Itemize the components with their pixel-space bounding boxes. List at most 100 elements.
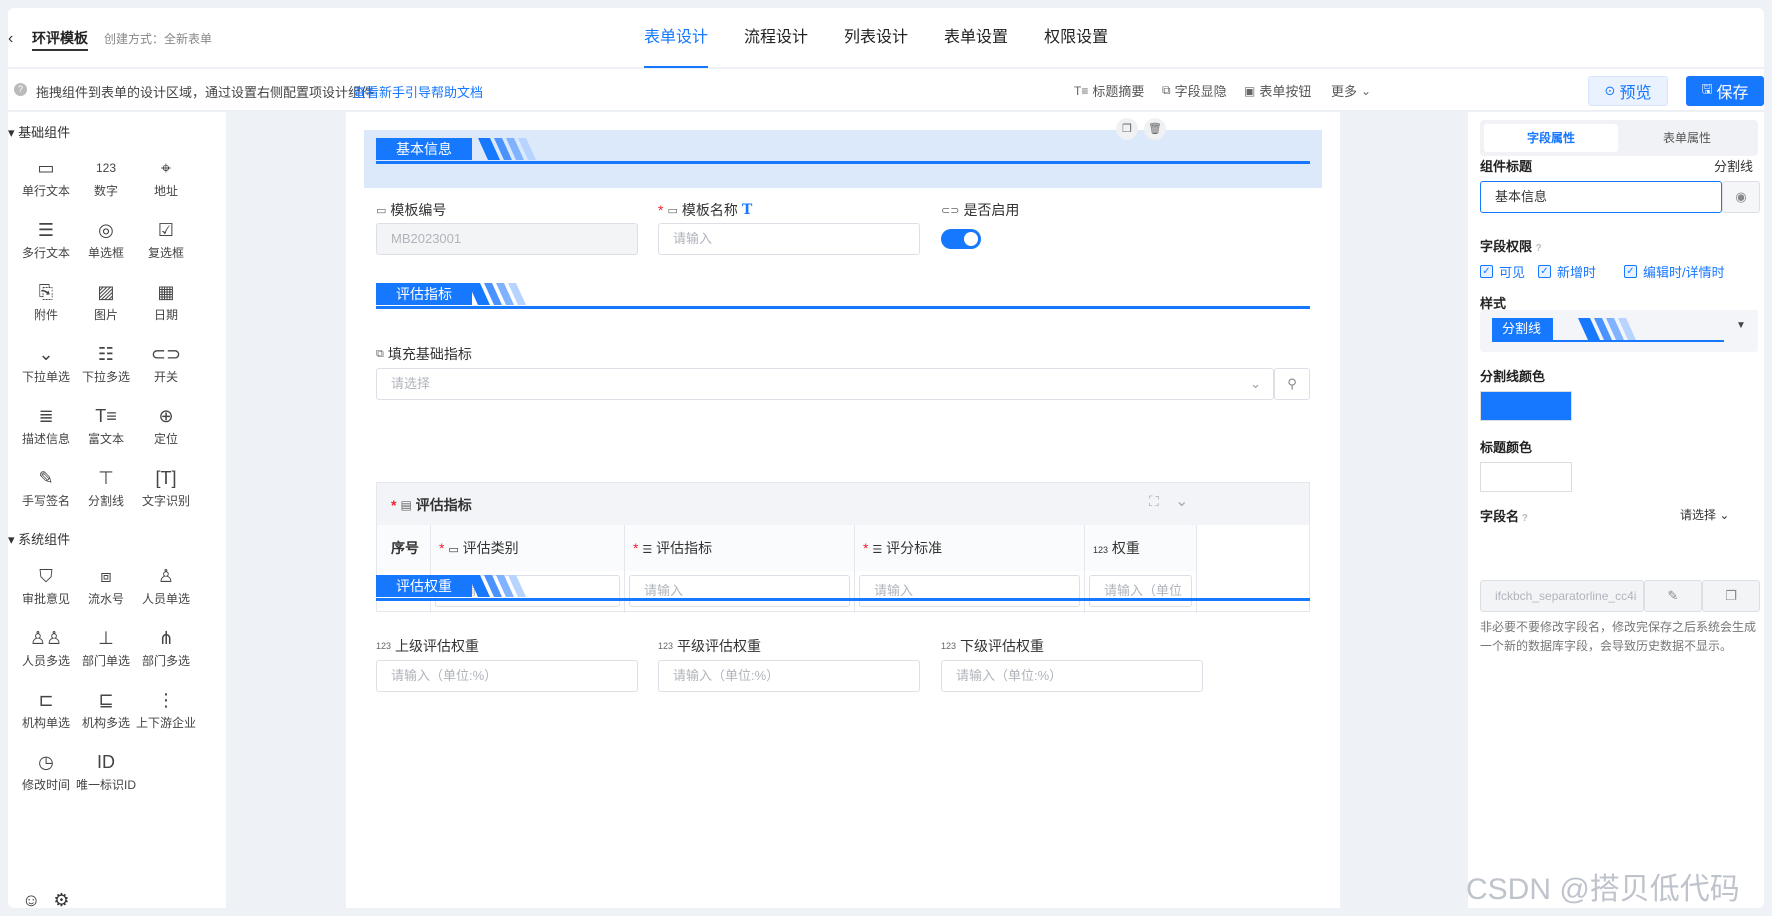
palette-item[interactable]: ▭ 单行文本 <box>14 152 78 212</box>
palette-item[interactable]: ☷ 下拉多选 <box>74 338 138 398</box>
edit-icon[interactable]: ✎ <box>1644 580 1702 612</box>
tab-form-settings[interactable]: 表单设置 <box>944 8 1008 68</box>
top-tabs: 表单设计 流程设计 列表设计 表单设置 权限设置 <box>644 8 1108 68</box>
palette-item-label: 部门单选 <box>81 654 130 668</box>
eye-icon[interactable]: ◉ <box>1722 181 1760 213</box>
separator-basic-info[interactable]: 基本信息 <box>376 138 1310 164</box>
required-mark: * <box>439 540 445 556</box>
palette-item[interactable]: ✎ 手写签名 <box>14 462 78 522</box>
fullscreen-icon[interactable]: ⛶ <box>1149 493 1159 510</box>
palette-item[interactable]: ⊂⊃ 开关 <box>134 338 198 398</box>
more-dropdown[interactable]: 更多 ⌄ <box>1331 81 1371 100</box>
palette-item[interactable]: ⋮ 上下游企业 <box>134 684 198 744</box>
tab-form-properties[interactable]: 表单属性 <box>1620 124 1754 152</box>
palette-item[interactable]: ⛉ 审批意见 <box>14 560 78 620</box>
trash-icon[interactable]: 🗑 <box>1144 118 1166 140</box>
toggle-small-icon: ⊂⊃ <box>941 204 960 217</box>
component-title-input[interactable]: 基本信息 <box>1480 181 1722 213</box>
header: ‹ 环评模板 创建方式：全新表单 表单设计 流程设计 列表设计 表单设置 权限设… <box>8 8 1764 68</box>
field-name-input[interactable]: ifckbch_separatorline_cc4i <box>1480 580 1644 612</box>
separator-line <box>376 306 1310 309</box>
app-title[interactable]: 环评模板 <box>32 28 88 51</box>
title-color-swatch[interactable] <box>1480 462 1572 492</box>
field-name-select[interactable]: 请选择 ⌄ <box>1680 506 1729 523</box>
palette-item-label: 分割线 <box>87 494 124 508</box>
palette-item[interactable]: ⌖ 地址 <box>134 152 198 212</box>
palette-item[interactable]: ♙♙ 人员多选 <box>14 622 78 682</box>
perm-edit-checkbox[interactable]: ✓ 编辑时/详情时 <box>1624 262 1725 281</box>
palette-item[interactable]: ☰ 多行文本 <box>14 214 78 274</box>
palette-item[interactable]: ID 唯一标识ID <box>74 746 138 806</box>
palette-item[interactable]: ◷ 修改时间 <box>14 746 78 806</box>
palette-item[interactable]: ≣ 描述信息 <box>14 400 78 460</box>
palette-item[interactable]: ⊥ 部门单选 <box>74 622 138 682</box>
lower-weight-input[interactable]: 请输入（单位:%） <box>941 660 1203 692</box>
number-col-icon: 123 <box>1093 545 1109 555</box>
basic-components-heading: ▾ 基础组件 <box>8 125 71 140</box>
id-icon: ID <box>97 752 115 772</box>
perm-visible-checkbox[interactable]: ✓ 可见 <box>1480 262 1525 281</box>
guide-link[interactable]: 查看新手引导 <box>353 82 431 101</box>
palette-item[interactable]: ⊏ 机构单选 <box>14 684 78 744</box>
link-icon[interactable]: ⚲ <box>1274 368 1310 400</box>
field-permission-text: 字段权限 <box>1480 239 1533 254</box>
separator-line <box>376 598 1310 601</box>
subtable-header: * ▤ 评估指标 ⛶ ⌄ <box>377 483 1309 525</box>
palette-item[interactable]: ⧈ 流水号 <box>74 560 138 620</box>
palette-item[interactable]: ▨ 图片 <box>74 276 138 336</box>
upper-weight-input[interactable]: 请输入（单位:%） <box>376 660 638 692</box>
tab-flow-design[interactable]: 流程设计 <box>744 8 808 68</box>
tab-permission-settings[interactable]: 权限设置 <box>1044 8 1108 68</box>
more-label: 更多 <box>1331 84 1358 99</box>
crosshair-icon: ⊕ <box>158 406 174 426</box>
fill-index-select[interactable]: 请选择 ⌄ <box>376 368 1274 400</box>
palette-item[interactable]: 123 数字 <box>74 152 138 212</box>
separator-eval-weight[interactable]: 评估权重 <box>376 575 1310 601</box>
enabled-switch[interactable] <box>941 229 981 249</box>
palette-item[interactable]: ♙ 人员单选 <box>134 560 198 620</box>
separator-eval-index[interactable]: 评估指标 <box>376 283 1310 309</box>
creation-mode: 创建方式：全新表单 <box>104 32 213 46</box>
save-button[interactable]: 🖫 保存 <box>1686 76 1764 106</box>
perm-add-checkbox[interactable]: ✓ 新增时 <box>1538 262 1596 281</box>
field-code-icon: ▭ <box>376 204 387 217</box>
palette-item-label: 描述信息 <box>21 432 70 446</box>
palette-item-label: 审批意见 <box>21 592 70 606</box>
chevron-left-icon[interactable]: ‹ <box>8 30 13 48</box>
smile-icon[interactable]: ☺ <box>22 890 40 908</box>
palette-item[interactable]: ◎ 单选框 <box>74 214 138 274</box>
palette-item[interactable]: [T] 文字识别 <box>134 462 198 522</box>
tab-field-properties[interactable]: 字段属性 <box>1484 124 1618 152</box>
template-name-input[interactable]: 请输入 <box>658 223 920 255</box>
palette-item[interactable]: ⋔ 部门多选 <box>134 622 198 682</box>
palette-item[interactable]: ⊑ 机构多选 <box>74 684 138 744</box>
title-summary-button[interactable]: T≡ 标题摘要 <box>1074 81 1144 100</box>
palette-item[interactable]: ⊕ 定位 <box>134 400 198 460</box>
palette-item[interactable]: ⊤ 分割线 <box>74 462 138 522</box>
tab-form-design[interactable]: 表单设计 <box>644 8 709 68</box>
form-buttons-button[interactable]: ▣ 表单按钮 <box>1244 81 1311 100</box>
field-name-label: 字段名 ? <box>1480 506 1528 525</box>
palette-item[interactable]: ▦ 日期 <box>134 276 198 336</box>
palette-item[interactable]: ⎘ 附件 <box>14 276 78 336</box>
text-format-icon[interactable]: T <box>742 202 752 218</box>
ocr-icon: [T] <box>155 468 177 488</box>
template-code-input[interactable]: MB2023001 <box>376 223 638 255</box>
gear-icon[interactable]: ⚙ <box>53 890 69 908</box>
designer-window: ‹ 环评模板 创建方式：全新表单 表单设计 流程设计 列表设计 表单设置 权限设… <box>8 8 1764 908</box>
checklist-icon: ☷ <box>97 344 115 364</box>
palette-item[interactable]: T≡ 富文本 <box>74 400 138 460</box>
peer-weight-input[interactable]: 请输入（单位:%） <box>658 660 920 692</box>
preview-button[interactable]: ⊙ 预览 <box>1588 76 1668 106</box>
help-doc-link[interactable]: 帮助文档 <box>431 82 483 101</box>
tab-list-design[interactable]: 列表设计 <box>844 8 908 68</box>
palette-item-label: 人员单选 <box>141 592 190 606</box>
style-select[interactable]: 分割线 ▼ <box>1480 310 1758 352</box>
copy-icon[interactable]: ❐ <box>1702 580 1760 612</box>
separator-color-swatch[interactable] <box>1480 391 1572 421</box>
palette-item[interactable]: ☑ 复选框 <box>134 214 198 274</box>
collapse-icon[interactable]: ⌄ <box>1175 491 1188 511</box>
copy-icon[interactable]: ❐ <box>1116 118 1138 140</box>
field-visibility-button[interactable]: ⧉ 字段显隐 <box>1162 81 1227 100</box>
palette-item[interactable]: ⌄ 下拉单选 <box>14 338 78 398</box>
